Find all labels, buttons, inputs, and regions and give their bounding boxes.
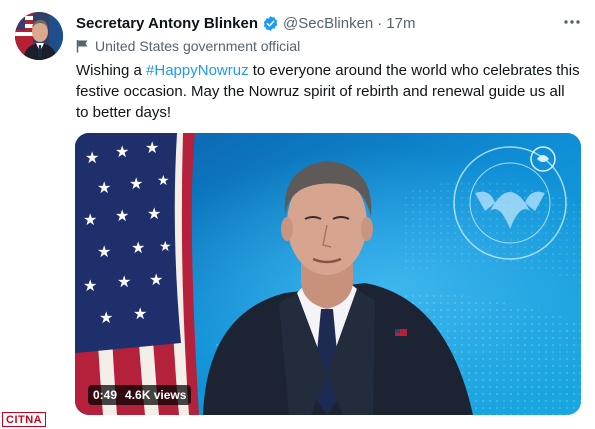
author-handle[interactable]: @SecBlinken — [283, 15, 373, 32]
video-stats-badge: 0:49 4.6K views — [88, 385, 192, 405]
tweet-header: Secretary Antony Blinken @SecBlinken · 1… — [76, 13, 415, 33]
more-options-icon[interactable] — [562, 14, 582, 30]
svg-text:★: ★ — [97, 178, 111, 197]
tweet-timestamp[interactable]: 17m — [386, 15, 415, 32]
svg-text:★: ★ — [131, 238, 145, 257]
verified-badge-icon — [262, 15, 279, 32]
government-label-text: United States government official — [95, 38, 301, 54]
svg-text:★: ★ — [129, 174, 143, 193]
svg-text:★: ★ — [157, 173, 170, 189]
tweet-text: Wishing a #HappyNowruz to everyone aroun… — [76, 60, 581, 123]
video-duration: 0:49 — [93, 388, 118, 402]
svg-text:★: ★ — [85, 148, 99, 167]
author-avatar[interactable] — [15, 12, 63, 60]
watermark-text: CITNA — [6, 413, 43, 426]
video-player[interactable]: ★ ★ ★ ★ ★ ★ ★ ★ ★ ★ ★ ★ ★ ★ ★ ★ ★ — [75, 133, 581, 415]
svg-text:★: ★ — [83, 210, 97, 229]
government-flag-icon — [76, 39, 89, 53]
svg-text:★: ★ — [115, 206, 129, 225]
svg-text:★: ★ — [145, 138, 159, 157]
tweet-text-before: Wishing a — [76, 62, 147, 79]
svg-text:★: ★ — [115, 142, 129, 161]
svg-text:★: ★ — [97, 242, 111, 261]
header-separator: · — [377, 14, 383, 32]
video-views: 4.6K views — [125, 388, 187, 402]
svg-text:★: ★ — [99, 308, 113, 327]
svg-text:★: ★ — [147, 204, 161, 223]
us-flag: ★ ★ ★ ★ ★ ★ ★ ★ ★ ★ ★ ★ ★ ★ ★ ★ ★ — [75, 133, 199, 415]
svg-text:★: ★ — [117, 272, 131, 291]
watermark-logo: CITNA — [2, 412, 47, 427]
tweet[interactable]: Secretary Antony Blinken @SecBlinken · 1… — [0, 0, 595, 429]
svg-text:★: ★ — [133, 304, 147, 323]
svg-text:★: ★ — [83, 276, 97, 295]
svg-text:★: ★ — [149, 270, 163, 289]
svg-text:★: ★ — [159, 239, 172, 255]
hashtag-link[interactable]: #HappyNowruz — [146, 62, 249, 79]
video-thumbnail: ★ ★ ★ ★ ★ ★ ★ ★ ★ ★ ★ ★ ★ ★ ★ ★ ★ — [75, 133, 581, 415]
author-name[interactable]: Secretary Antony Blinken — [76, 15, 258, 32]
government-official-label[interactable]: United States government official — [76, 37, 300, 55]
